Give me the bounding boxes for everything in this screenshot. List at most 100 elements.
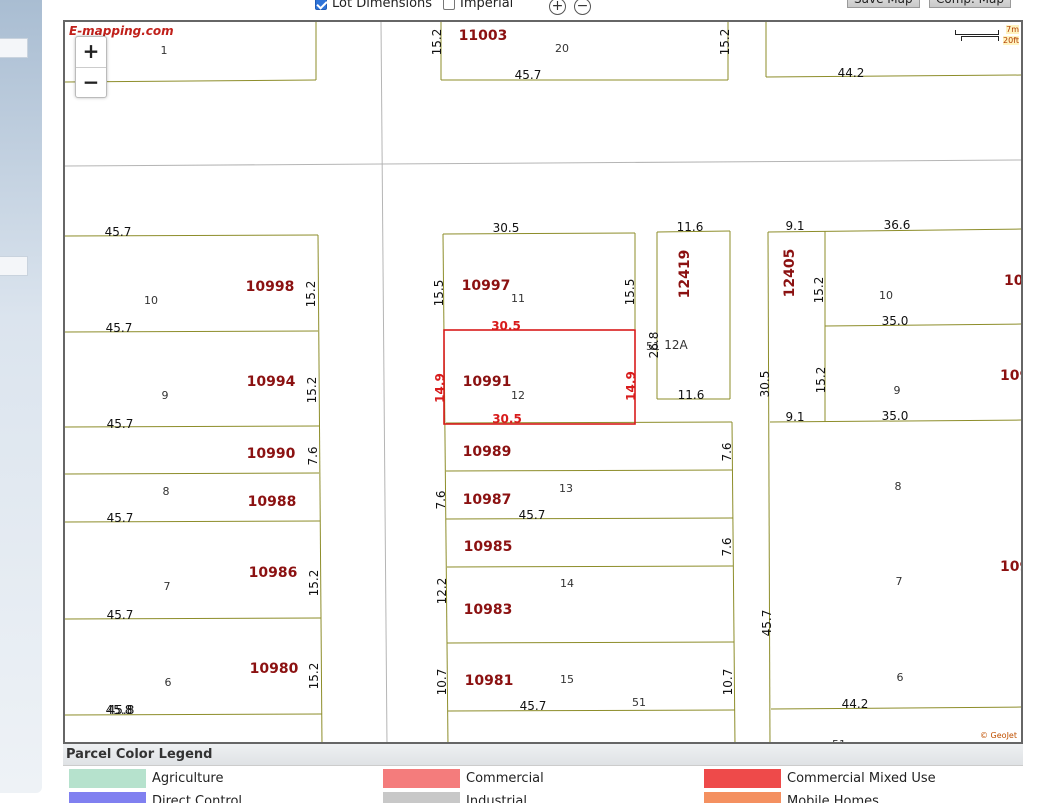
legend-item: Commercial — [383, 769, 544, 788]
lot-number-label: 9 — [162, 389, 169, 402]
dimension-label: 15.2 — [718, 29, 732, 56]
lot-number-label: 10 — [879, 289, 893, 302]
side-panel — [0, 0, 42, 793]
map-zoom-out-button[interactable]: − — [76, 67, 106, 97]
dimension-label: 45.7 — [520, 699, 547, 713]
address-label: 10994 — [247, 374, 296, 390]
legend-label: Agriculture — [152, 771, 224, 786]
dimension-label: 7.6 — [306, 446, 320, 465]
legend-swatch — [69, 769, 146, 788]
scale-imperial-label: 20ft — [1003, 36, 1019, 45]
scale-metric-label: 7m — [1006, 25, 1019, 34]
dimension-label: 30.5 — [758, 371, 772, 398]
dimension-label: 30.5 — [492, 412, 522, 426]
mapping-page: Lot Dimensions Imperial + − Save Map Com… — [0, 0, 1060, 803]
road-edge — [380, 22, 388, 742]
parcel-boundary — [445, 517, 734, 520]
dimension-label: 44.2 — [842, 697, 869, 711]
address-label: 12419 — [677, 250, 693, 299]
map-toolbar: Lot Dimensions Imperial + − Save Map Com… — [300, 0, 1030, 16]
parcel-boundary — [65, 713, 323, 716]
imperial-toggle[interactable]: Imperial — [443, 0, 513, 11]
dimension-label: 15.5 — [623, 279, 637, 306]
lot-number-label: 12 — [511, 389, 525, 402]
dimension-label: 15.2 — [307, 570, 321, 597]
dimension-label: 10.7 — [721, 669, 735, 696]
dimension-label: 36.6 — [884, 218, 911, 232]
parcel-map-canvas[interactable]: 1100310998109941099010988109861098010997… — [65, 22, 1023, 744]
address-label: 10989 — [463, 444, 512, 460]
dimension-label: 14.9 — [433, 373, 447, 403]
dimension-label: 45.7 — [519, 508, 546, 522]
legend-swatch — [69, 792, 146, 803]
parcel-boundary — [765, 74, 1021, 78]
address-label: 10988 — [1000, 368, 1023, 384]
parcel-map[interactable]: 11003 10998 10994 10990 10988 10986 10980 10997… — [63, 20, 1023, 744]
parcel-boundary — [767, 231, 771, 742]
legend-label: Mobile Homes — [787, 794, 879, 803]
dimension-label: 7.6 — [720, 537, 734, 556]
parcel-boundary — [770, 706, 1021, 710]
scale-bar-metric-line — [955, 30, 999, 35]
legend-label: Industrial — [466, 794, 527, 803]
parcel-boundary — [445, 469, 733, 472]
dimension-label: 35.0 — [882, 314, 909, 328]
parcel-boundary — [65, 520, 321, 523]
dimension-label: 10.7 — [435, 669, 449, 696]
dimension-label: 14.9 — [624, 371, 638, 401]
parcel-boundary — [824, 323, 1021, 327]
side-panel-tab[interactable] — [0, 38, 28, 58]
parcel-color-legend: Parcel Color Legend Agriculture Commerci… — [63, 744, 1023, 803]
lot-number-label: 8 — [163, 485, 170, 498]
scale-bar-imperial-line — [961, 36, 999, 41]
parcel-boundary — [65, 234, 319, 237]
address-label: 10981 — [465, 673, 514, 689]
legend-item: Direct Control — [69, 792, 242, 803]
lot-dimensions-toggle[interactable]: Lot Dimensions — [315, 0, 432, 11]
dimension-label: 30.5 — [491, 319, 521, 333]
lot-number-label: 11 — [511, 292, 525, 305]
legend-label: Commercial Mixed Use — [787, 771, 936, 786]
legend-label: Direct Control — [152, 794, 243, 803]
lot-number-label: 10 — [144, 294, 158, 307]
legend-title: Parcel Color Legend — [63, 744, 1023, 766]
map-zoom-in-button[interactable]: + — [76, 37, 106, 67]
dimension-label: 45.7 — [106, 321, 133, 335]
dimension-label: 11.6 — [678, 388, 705, 402]
address-label: 12405 — [782, 249, 798, 298]
legend-item: Agriculture — [69, 769, 224, 788]
dimension-label: 9.1 — [785, 410, 804, 424]
map-attribution: © GeoJet — [980, 731, 1017, 740]
legend-item: Industrial — [383, 792, 527, 803]
zoom-out-circle-icon[interactable]: − — [574, 0, 591, 15]
legend-label: Commercial — [466, 771, 544, 786]
dimension-label: 44.2 — [838, 66, 865, 80]
legend-swatch — [383, 792, 460, 803]
address-label: 10998 — [246, 279, 295, 295]
dimension-label: 15.2 — [430, 29, 444, 56]
dimension-label: 45.7 — [515, 68, 542, 82]
lot-dimensions-checkbox[interactable] — [315, 0, 327, 10]
address-label: 10985 — [464, 539, 513, 555]
lot-number-label: 8 — [895, 480, 902, 493]
map-zoom-control: + − — [75, 36, 107, 98]
parcel-boundary — [445, 421, 733, 424]
save-map-button[interactable]: Save Map — [847, 0, 920, 8]
address-label: 10990 — [247, 446, 296, 462]
imperial-label: Imperial — [460, 0, 514, 11]
address-label: 10988 — [248, 494, 297, 510]
dimension-label: 45.7 — [107, 511, 134, 525]
imperial-checkbox[interactable] — [443, 0, 455, 10]
address-label: 10980 — [250, 661, 299, 677]
legend-swatch — [704, 769, 781, 788]
dimension-label: 7.6 — [720, 442, 734, 461]
zoom-in-circle-icon[interactable]: + — [549, 0, 566, 15]
side-panel-tab[interactable] — [0, 256, 28, 276]
comp-map-button[interactable]: Comp. Map — [929, 0, 1011, 8]
dimension-label: 9.1 — [785, 219, 804, 233]
lot-number-label: 6 — [897, 671, 904, 684]
dimension-label: 11.6 — [677, 220, 704, 234]
lot-number-label: 7 — [164, 580, 171, 593]
parcel-boundary — [65, 617, 322, 620]
dimension-label: 15.2 — [814, 367, 828, 394]
